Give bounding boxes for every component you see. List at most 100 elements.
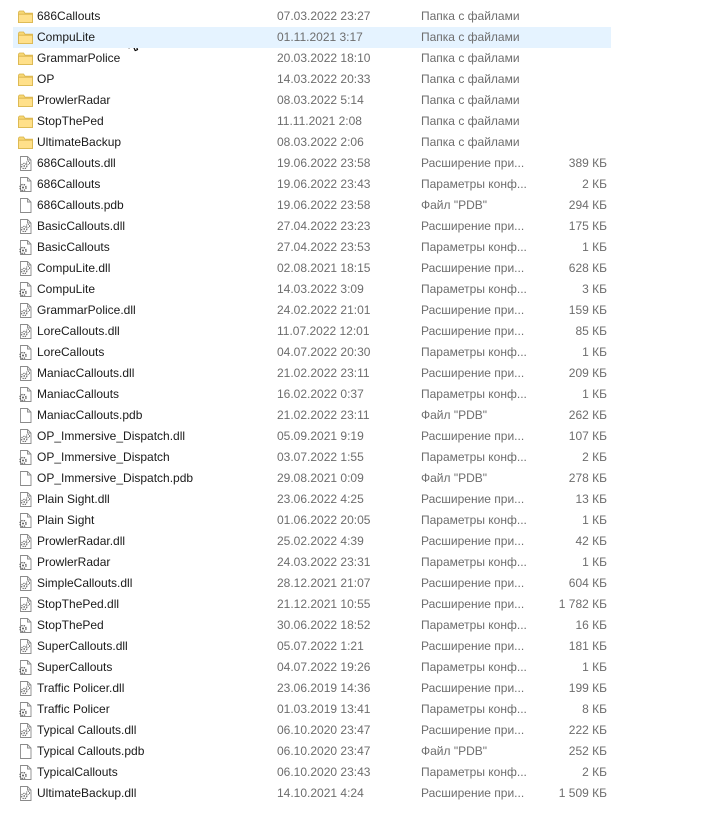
file-name: TypicalCallouts: [37, 765, 118, 779]
file-type: Параметры конф...: [421, 450, 527, 464]
file-type: Расширение при...: [421, 429, 525, 443]
file-name: OP_Immersive_Dispatch: [37, 450, 170, 464]
file-name: BasicCallouts: [37, 240, 110, 254]
file-name: UltimateBackup.dll: [37, 786, 137, 800]
dll-file-icon: [20, 639, 32, 654]
file-type: Расширение при...: [421, 492, 525, 506]
file-name: CompuLite.dll: [37, 261, 111, 275]
file-row[interactable]: CompuLite.dll 02.08.2021 18:15 Расширение …: [13, 258, 611, 279]
file-row[interactable]: UltimateBackup.dll 14.10.2021 4:24 Расшире…: [13, 783, 611, 804]
file-name: OP: [37, 72, 55, 86]
file-size: 1 782 КБ: [558, 597, 607, 611]
file-modified-date: 06.10.2020 23:47: [277, 723, 371, 737]
file-row[interactable]: GrammarPolice.dll 24.02.2022 21:01 Расшире…: [13, 300, 611, 321]
file-type: Расширение при...: [421, 219, 525, 233]
file-row[interactable]: OP_Immersive_Dispatch.dll 05.09.2021 9:19…: [13, 426, 611, 447]
blank-file-icon: [20, 471, 32, 486]
file-row[interactable]: Typical Callouts.dll 06.10.2020 23:47 Расш…: [13, 720, 611, 741]
file-row[interactable]: CompuLite 01.11.2021 3:17 Папка с файлами: [13, 27, 611, 48]
file-row[interactable]: ProwlerRadar.dll 25.02.2022 4:39 Расширени…: [13, 531, 611, 552]
file-row[interactable]: Plain Sight 01.06.2022 20:05 Параметры кон…: [13, 510, 611, 531]
file-size: 16 КБ: [575, 618, 607, 632]
file-name: CompuLite: [37, 30, 96, 44]
file-row[interactable]: Plain Sight.dll 23.06.2022 4:25 Расширение…: [13, 489, 611, 510]
dll-file-icon: [20, 303, 32, 318]
file-row[interactable]: OP 14.03.2022 20:33 Папка с файлами: [13, 69, 611, 90]
file-row[interactable]: GrammarPolice 20.03.2022 18:10 Папка с фай…: [13, 48, 611, 69]
config-file-icon: [19, 513, 32, 528]
file-row[interactable]: BasicCallouts.dll 27.04.2022 23:23 Расшире…: [13, 216, 611, 237]
file-type: Параметры конф...: [421, 618, 527, 632]
folder-icon: [18, 73, 33, 86]
file-name: ManiacCallouts.pdb: [37, 408, 143, 422]
folder-icon: [18, 10, 33, 23]
file-row[interactable]: OP_Immersive_Dispatch.pdb 29.08.2021 0:09…: [13, 468, 611, 489]
file-row[interactable]: StopThePed 11.11.2021 2:08 Папка с файлами: [13, 111, 611, 132]
file-size: 1 КБ: [582, 387, 607, 401]
file-row[interactable]: Traffic Policer.dll 23.06.2019 14:36 Расши…: [13, 678, 611, 699]
folder-icon: [18, 94, 33, 107]
dll-file-icon: [20, 597, 32, 612]
file-size: 389 КБ: [568, 156, 607, 170]
file-row[interactable]: LoreCallouts 04.07.2022 20:30 Параметры ко…: [13, 342, 611, 363]
file-name: ProwlerRadar.dll: [37, 534, 126, 548]
file-row[interactable]: 686Callouts 07.03.2022 23:27 Папка с файла…: [13, 6, 611, 27]
file-name: StopThePed: [37, 114, 104, 128]
config-file-icon: [19, 177, 32, 192]
file-modified-date: 27.04.2022 23:23: [277, 219, 371, 233]
config-file-icon: [19, 555, 32, 570]
dll-file-icon: [20, 786, 32, 801]
file-row[interactable]: CompuLite 14.03.2022 3:09 Параметры конф..…: [13, 279, 611, 300]
file-row[interactable]: ManiacCallouts.pdb 21.02.2022 23:11 Файл "…: [13, 405, 611, 426]
file-modified-date: 25.02.2022 4:39: [277, 534, 364, 548]
file-name: Traffic Policer.dll: [37, 681, 125, 695]
file-name: LoreCallouts.dll: [37, 324, 120, 338]
file-row[interactable]: SuperCallouts.dll 05.07.2022 1:21 Расширен…: [13, 636, 611, 657]
file-type: Расширение при...: [421, 786, 525, 800]
file-modified-date: 21.02.2022 23:11: [277, 408, 370, 422]
file-modified-date: 24.02.2022 21:01: [277, 303, 371, 317]
dll-file-icon: [20, 534, 32, 549]
file-type: Параметры конф...: [421, 702, 527, 716]
file-type: Папка с файлами: [421, 93, 520, 107]
file-row[interactable]: SuperCallouts 04.07.2022 19:26 Параметры к…: [13, 657, 611, 678]
file-type: Расширение при...: [421, 261, 525, 275]
file-modified-date: 14.03.2022 3:09: [277, 282, 364, 296]
file-type: Папка с файлами: [421, 114, 520, 128]
config-file-icon: [19, 387, 32, 402]
file-row[interactable]: StopThePed.dll 21.12.2021 10:55 Расширение…: [13, 594, 611, 615]
file-size: 1 509 КБ: [558, 786, 607, 800]
file-size: 604 КБ: [568, 576, 607, 590]
file-row[interactable]: TypicalCallouts 06.10.2020 23:43 Параметры…: [13, 762, 611, 783]
file-name: OP_Immersive_Dispatch.pdb: [37, 471, 194, 485]
file-row[interactable]: SimpleCallouts.dll 28.12.2021 21:07 Расшир…: [13, 573, 611, 594]
file-row[interactable]: BasicCallouts 27.04.2022 23:53 Параметры к…: [13, 237, 611, 258]
file-name: SuperCallouts.dll: [37, 639, 128, 653]
dll-file-icon: [20, 324, 32, 339]
file-row[interactable]: UltimateBackup 08.03.2022 2:06 Папка с фай…: [13, 132, 611, 153]
file-row[interactable]: 686Callouts.dll 19.06.2022 23:58 Расширени…: [13, 153, 611, 174]
file-row[interactable]: ManiacCallouts 16.02.2022 0:37 Параметры к…: [13, 384, 611, 405]
file-row[interactable]: ProwlerRadar 08.03.2022 5:14 Папка с файла…: [13, 90, 611, 111]
file-type: Файл "PDB": [421, 744, 488, 758]
file-type: Параметры конф...: [421, 345, 527, 359]
file-name: 686Callouts: [37, 9, 101, 23]
file-row[interactable]: OP_Immersive_Dispatch 03.07.2022 1:55 Пара…: [13, 447, 611, 468]
file-size: 628 КБ: [568, 261, 607, 275]
file-row[interactable]: Typical Callouts.pdb 06.10.2020 23:47 Файл…: [13, 741, 611, 762]
file-type: Расширение при...: [421, 597, 525, 611]
file-row[interactable]: ManiacCallouts.dll 21.02.2022 23:11 Расшир…: [13, 363, 611, 384]
blank-file-icon: [20, 198, 32, 213]
file-row[interactable]: ProwlerRadar 24.03.2022 23:31 Параметры ко…: [13, 552, 611, 573]
file-row[interactable]: LoreCallouts.dll 11.07.2022 12:01 Расширен…: [13, 321, 611, 342]
file-type: Папка с файлами: [421, 135, 520, 149]
file-name: Traffic Policer: [37, 702, 110, 716]
file-row[interactable]: Traffic Policer 01.03.2019 13:41 Параметры…: [13, 699, 611, 720]
config-file-icon: [19, 345, 32, 360]
file-row[interactable]: 686Callouts.pdb 19.06.2022 23:58 Файл "PDB…: [13, 195, 611, 216]
file-row[interactable]: 686Callouts 19.06.2022 23:43 Параметры кон…: [13, 174, 611, 195]
file-row[interactable]: StopThePed 30.06.2022 18:52 Параметры конф…: [13, 615, 611, 636]
dll-file-icon: [20, 681, 32, 696]
config-file-icon: [19, 240, 32, 255]
file-modified-date: 04.07.2022 20:30: [277, 345, 371, 359]
